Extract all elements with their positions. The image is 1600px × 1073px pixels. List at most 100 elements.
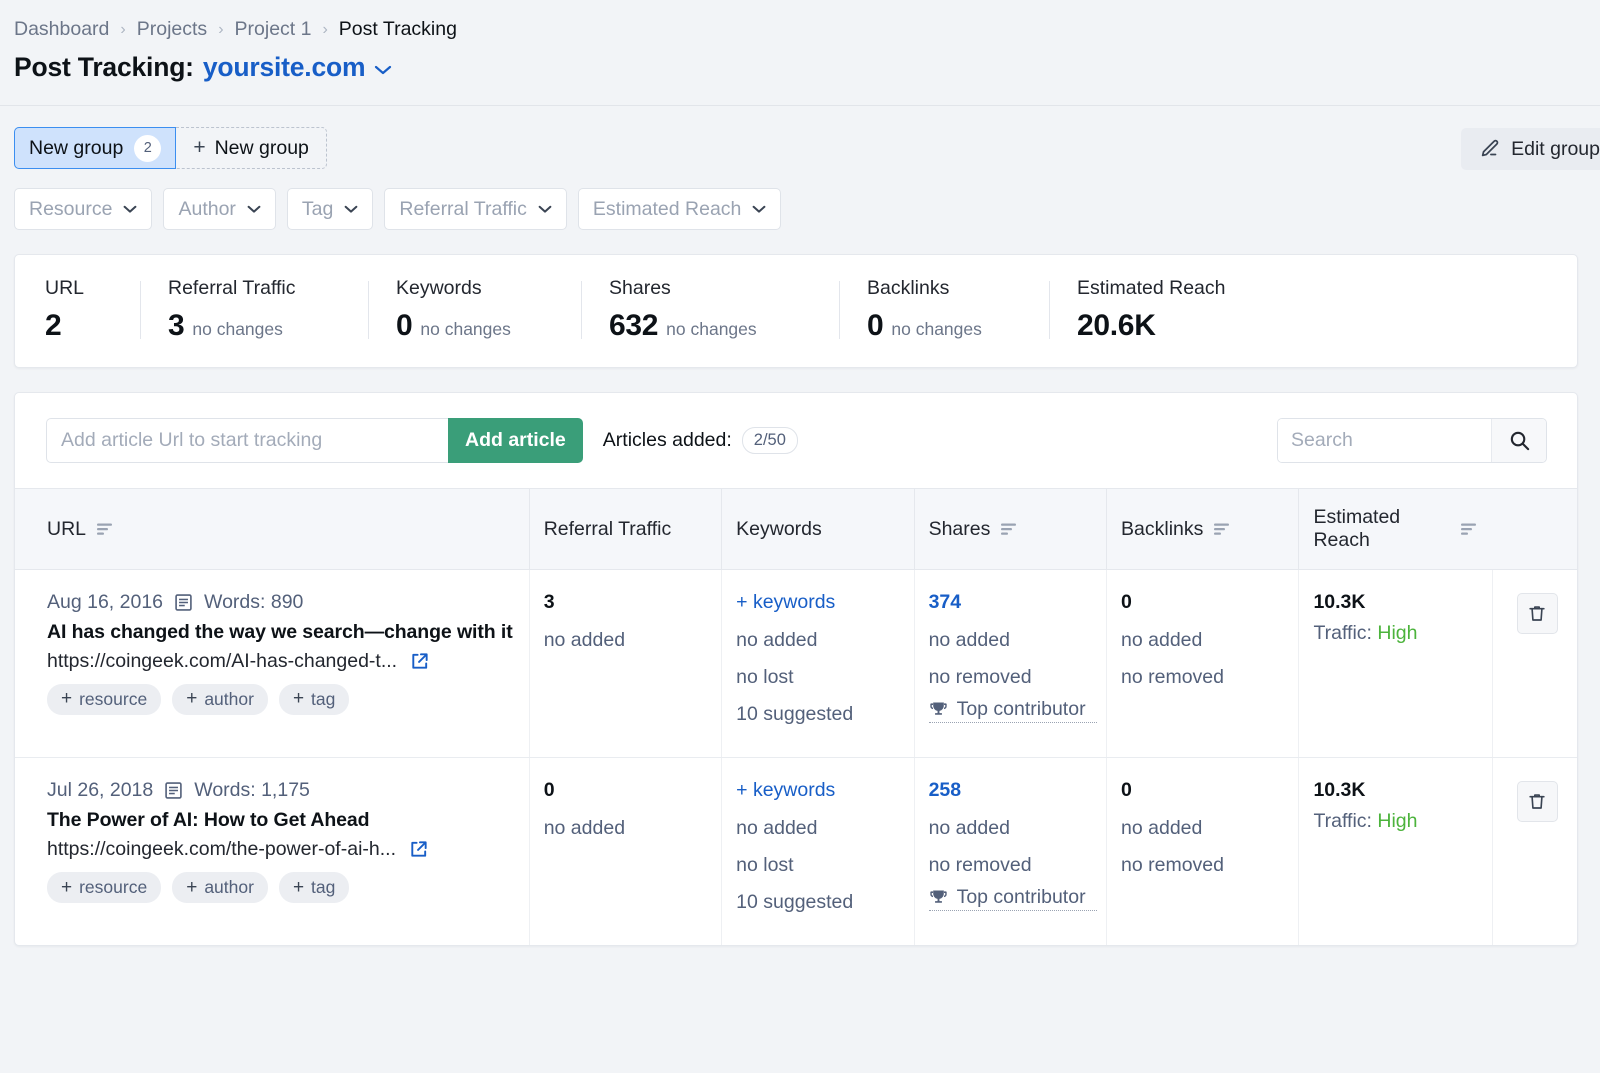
breadcrumb-item-dashboard[interactable]: Dashboard: [14, 18, 109, 41]
filter-author[interactable]: Author: [163, 188, 276, 230]
chevron-down-icon: [247, 201, 261, 218]
column-header-keywords[interactable]: Keywords: [721, 488, 915, 570]
stat-url-label: URL: [45, 277, 85, 299]
article-meta: Jul 26, 2018 Words: 1,175: [47, 779, 529, 802]
external-link-icon[interactable]: [409, 651, 430, 672]
column-header-shares-label: Shares: [928, 517, 991, 540]
column-header-actions: [1492, 488, 1577, 570]
add-author-chip[interactable]: + author: [172, 872, 268, 904]
cell-estimated-reach: 10.3K Traffic: High: [1298, 757, 1493, 946]
add-group-button[interactable]: + New group: [176, 127, 327, 169]
referral-traffic-added: no added: [543, 629, 626, 651]
shares-removed: no removed: [928, 854, 1032, 877]
add-tag-chip[interactable]: + tag: [278, 872, 350, 904]
backlinks-value: 0: [1121, 779, 1132, 802]
traffic-label: Traffic:: [1313, 622, 1372, 644]
chevron-down-icon: [123, 201, 137, 218]
stat-referral-traffic-change: no changes: [192, 319, 283, 339]
breadcrumb-item-project-1[interactable]: Project 1: [235, 18, 312, 41]
search-button[interactable]: [1491, 419, 1546, 462]
stat-estimated-reach-label: Estimated Reach: [1077, 277, 1226, 299]
filter-tag-label: Tag: [301, 197, 334, 220]
traffic-value: High: [1377, 622, 1418, 644]
shares-value[interactable]: 258: [929, 779, 1106, 802]
column-header-backlinks-label: Backlinks: [1121, 517, 1204, 540]
external-link-icon[interactable]: [408, 839, 429, 860]
shares-value[interactable]: 374: [929, 591, 1106, 614]
filter-resource-label: Resource: [29, 197, 113, 220]
sort-icon[interactable]: [1213, 522, 1231, 536]
add-author-label: author: [204, 688, 254, 709]
breadcrumb-item-projects[interactable]: Projects: [137, 18, 207, 41]
articles-table-card: Add article Articles added: 2/50: [14, 392, 1578, 947]
backlinks-removed: no removed: [1121, 666, 1224, 689]
filter-referral-traffic[interactable]: Referral Traffic: [384, 188, 567, 230]
column-header-backlinks[interactable]: Backlinks: [1106, 488, 1299, 570]
filter-bar: Resource Author Tag Referral Traffic Est…: [0, 168, 1600, 230]
add-resource-chip[interactable]: + resource: [47, 683, 162, 715]
referral-traffic-value: 0: [543, 779, 555, 802]
keywords-suggested[interactable]: 10 suggested: [736, 884, 913, 921]
article-title[interactable]: The Power of AI: How to Get Ahead: [47, 808, 529, 833]
plus-icon: +: [292, 876, 305, 898]
delete-article-button[interactable]: [1516, 593, 1558, 634]
column-header-keywords-label: Keywords: [736, 517, 822, 540]
cell-shares: 258 no added no removed Top contributor: [913, 757, 1107, 946]
add-article-url-input[interactable]: [46, 418, 448, 463]
delete-article-button[interactable]: [1516, 781, 1558, 823]
table-toolbar: Add article Articles added: 2/50: [15, 393, 1577, 488]
chevron-down-icon[interactable]: [374, 61, 392, 79]
backlinks-added: no added: [1121, 817, 1203, 840]
edit-group-button[interactable]: Edit group: [1461, 128, 1600, 170]
estimated-reach-value: 10.3K: [1313, 779, 1366, 802]
top-contributor-label: Top contributor: [956, 886, 1086, 909]
column-header-url[interactable]: URL: [15, 488, 530, 570]
estimated-reach-value: 10.3K: [1313, 591, 1366, 613]
table-row: Jul 26, 2018 Words: 1,175 The Power of A…: [15, 757, 1577, 946]
plus-icon: +: [61, 876, 73, 898]
filter-tag[interactable]: Tag: [286, 188, 374, 230]
chevron-down-icon: [752, 201, 766, 218]
stat-backlinks-change: no changes: [891, 319, 982, 339]
article-title[interactable]: AI has changed the way we search—change …: [47, 620, 529, 645]
page-title: Post Tracking: yoursite.com: [0, 41, 1600, 83]
site-selector-label[interactable]: yoursite.com: [203, 52, 366, 83]
top-contributor[interactable]: Top contributor: [928, 698, 1097, 724]
traffic-value: High: [1377, 810, 1418, 833]
sort-icon[interactable]: [96, 522, 114, 536]
article-chips: + resource + author + tag: [47, 683, 529, 715]
keywords-suggested[interactable]: 10 suggested: [736, 696, 913, 733]
add-tag-chip[interactable]: + tag: [278, 683, 350, 715]
filter-resource[interactable]: Resource: [14, 188, 153, 230]
column-header-url-label: URL: [47, 517, 87, 540]
sort-icon[interactable]: [1000, 522, 1018, 536]
search-input[interactable]: [1278, 419, 1491, 462]
add-author-chip[interactable]: + author: [172, 683, 268, 715]
article-meta: Aug 16, 2016 Words: 890: [47, 591, 529, 614]
stat-estimated-reach-value: 20.6K: [1077, 309, 1156, 342]
cell-actions: [1491, 569, 1577, 759]
filter-estimated-reach[interactable]: Estimated Reach: [577, 188, 782, 230]
top-contributor[interactable]: Top contributor: [928, 886, 1097, 912]
column-header-shares[interactable]: Shares: [913, 488, 1107, 570]
column-header-estimated-reach[interactable]: Estimated Reach: [1298, 488, 1493, 570]
cell-backlinks: 0 no added no removed: [1106, 757, 1299, 946]
stat-shares-change: no changes: [666, 319, 757, 339]
cell-url: Jul 26, 2018 Words: 1,175 The Power of A…: [15, 758, 529, 946]
document-icon: [174, 593, 193, 612]
trophy-icon: [929, 700, 948, 719]
shares-removed: no removed: [928, 666, 1032, 689]
breadcrumb: Dashboard › Projects › Project 1 › Post …: [0, 0, 1600, 41]
add-keywords-link[interactable]: + keywords: [736, 779, 913, 802]
stat-shares: Shares 632 no changes: [581, 277, 839, 343]
search-box: [1277, 418, 1547, 463]
add-tag-label: tag: [311, 877, 336, 898]
column-header-referral-traffic[interactable]: Referral Traffic: [528, 488, 722, 570]
stat-url-value: 2: [45, 309, 62, 342]
add-resource-chip[interactable]: + resource: [47, 872, 162, 904]
add-article-button[interactable]: Add article: [448, 418, 583, 463]
sort-icon[interactable]: [1460, 522, 1478, 536]
add-keywords-link[interactable]: + keywords: [736, 591, 913, 614]
article-word-count: Words: 1,175: [194, 779, 310, 802]
group-tab-new-group[interactable]: New group 2: [14, 127, 177, 169]
